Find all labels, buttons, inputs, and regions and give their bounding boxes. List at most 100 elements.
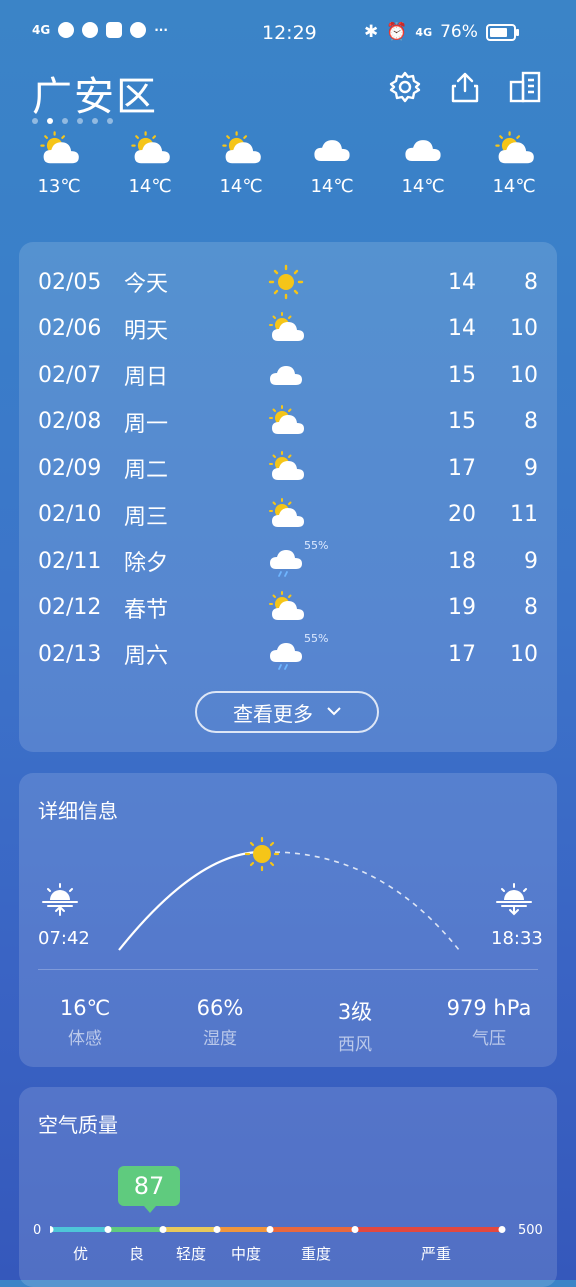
page-indicator [32, 118, 113, 124]
network-label: 4G [415, 25, 433, 39]
sunrise-time: 07:42 [38, 928, 90, 949]
stat-label: 气压 [472, 1029, 506, 1049]
forecast-day: 除夕 [124, 551, 169, 576]
hourly-temp: 14℃ [401, 176, 445, 197]
aqi-tick [213, 1226, 221, 1233]
stat-value: 979 hPa [446, 996, 532, 1020]
view-more-button[interactable]: 查看更多 [195, 691, 379, 733]
page-dot [92, 118, 98, 124]
aqi-segment [355, 1227, 502, 1232]
aqi-tick [266, 1226, 274, 1233]
forecast-high: 15 [448, 362, 476, 388]
aqi-level-label: 轻度 [176, 1245, 207, 1263]
precip-chance: 55% [304, 632, 329, 645]
forecast-low: 8 [524, 595, 538, 620]
divider [38, 969, 538, 970]
sunrise-icon [42, 883, 78, 916]
aqi-segment [217, 1227, 270, 1232]
page-dot [107, 118, 113, 124]
forecast-high: 15 [448, 409, 476, 434]
aqi-level-label: 优 [73, 1245, 89, 1263]
aqi-level-label: 严重 [421, 1245, 452, 1263]
gear-icon[interactable] [388, 70, 422, 104]
forecast-low: 9 [524, 548, 538, 574]
aqi-max-label: 500 [518, 1223, 543, 1238]
hourly-item: 14℃ [388, 130, 458, 197]
hourly-temp: 14℃ [219, 176, 263, 197]
sun-arc-chart [118, 836, 460, 951]
aqi-tick [104, 1226, 112, 1233]
cloudy-icon [270, 352, 330, 398]
forecast-row[interactable]: 02/11 除夕 55% 18 9 [38, 538, 538, 584]
aqi-segment [163, 1227, 217, 1232]
mail-icon [106, 22, 123, 38]
hourly-item: 14℃ [115, 130, 185, 197]
share-icon[interactable] [448, 70, 482, 104]
aqi-level-label: 良 [129, 1245, 145, 1263]
stat-value: 66% [196, 996, 244, 1020]
partly-cloudy-icon [479, 130, 549, 170]
aqi-segment [50, 1227, 108, 1232]
air-quality-title: 空气质量 [38, 1113, 118, 1137]
stat-label: 湿度 [203, 1029, 237, 1049]
aqi-tick [498, 1226, 506, 1233]
cloudy-icon [297, 130, 367, 170]
app-icon [130, 22, 147, 38]
forecast-day: 今天 [124, 272, 169, 297]
forecast-day: 周三 [124, 504, 169, 530]
sun-position-icon [244, 836, 280, 872]
partly-cloudy-icon [269, 492, 330, 538]
stat-value: 3级 [337, 1000, 373, 1024]
hourly-item: 14℃ [297, 130, 367, 197]
aqi-tick [159, 1226, 167, 1233]
detail-stat: 3级 西风 [300, 996, 410, 1055]
stat-value: 16℃ [59, 996, 111, 1020]
battery-percent: 76% [440, 22, 478, 42]
forecast-high: 17 [448, 455, 476, 481]
forecast-date: 02/06 [38, 316, 102, 341]
sunset-time: 18:33 [491, 928, 543, 949]
forecast-day: 周一 [124, 411, 169, 437]
rain-icon: 55% [270, 538, 330, 584]
details-title: 详细信息 [38, 799, 118, 823]
forecast-high: 14 [448, 316, 476, 341]
page-dot [62, 118, 68, 124]
forecast-date: 02/10 [38, 502, 102, 527]
forecast-row[interactable]: 02/08 周一 15 8 [38, 399, 538, 445]
sunny-icon [268, 259, 330, 305]
page-dot [32, 118, 38, 124]
hourly-temp: 14℃ [310, 176, 354, 197]
aqi-segment [108, 1227, 163, 1232]
partly-cloudy-icon [24, 130, 94, 170]
alarm-icon: ⏰ [386, 22, 408, 42]
forecast-row[interactable]: 02/07 周日 15 10 [38, 352, 538, 398]
hourly-item: 13℃ [24, 130, 94, 197]
partly-cloudy-icon [206, 130, 276, 170]
hourly-item: 14℃ [206, 130, 276, 197]
city-list-icon[interactable] [508, 70, 542, 104]
rain-icon: 55% [270, 631, 330, 677]
partly-cloudy-icon [115, 130, 185, 170]
aqi-level-label: 重度 [301, 1245, 332, 1263]
forecast-date: 02/11 [38, 548, 102, 574]
cloudy-icon [388, 130, 458, 170]
forecast-row[interactable]: 02/12 春节 19 8 [38, 585, 538, 631]
app-notification-icon [58, 22, 75, 38]
forecast-row[interactable]: 02/06 明天 14 10 [38, 306, 538, 352]
partly-cloudy-icon [269, 306, 330, 352]
forecast-row[interactable]: 02/10 周三 20 11 [38, 492, 538, 538]
signal-label: 4G [32, 23, 51, 37]
forecast-low: 10 [510, 316, 538, 341]
forecast-high: 19 [448, 595, 476, 620]
partly-cloudy-icon [269, 445, 330, 491]
forecast-row[interactable]: 02/13 周六 55% 17 10 [38, 631, 538, 677]
forecast-day: 周日 [124, 365, 169, 390]
aqi-value-badge: 87 [118, 1166, 180, 1213]
detail-stat: 979 hPa 气压 [434, 996, 544, 1049]
hourly-temp: 13℃ [37, 176, 81, 197]
forecast-low: 8 [524, 269, 538, 295]
forecast-row[interactable]: 02/05 今天 14 8 [38, 259, 538, 305]
forecast-row[interactable]: 02/09 周二 17 9 [38, 445, 538, 491]
stat-label: 西风 [338, 1035, 372, 1055]
forecast-date: 02/13 [38, 641, 102, 667]
